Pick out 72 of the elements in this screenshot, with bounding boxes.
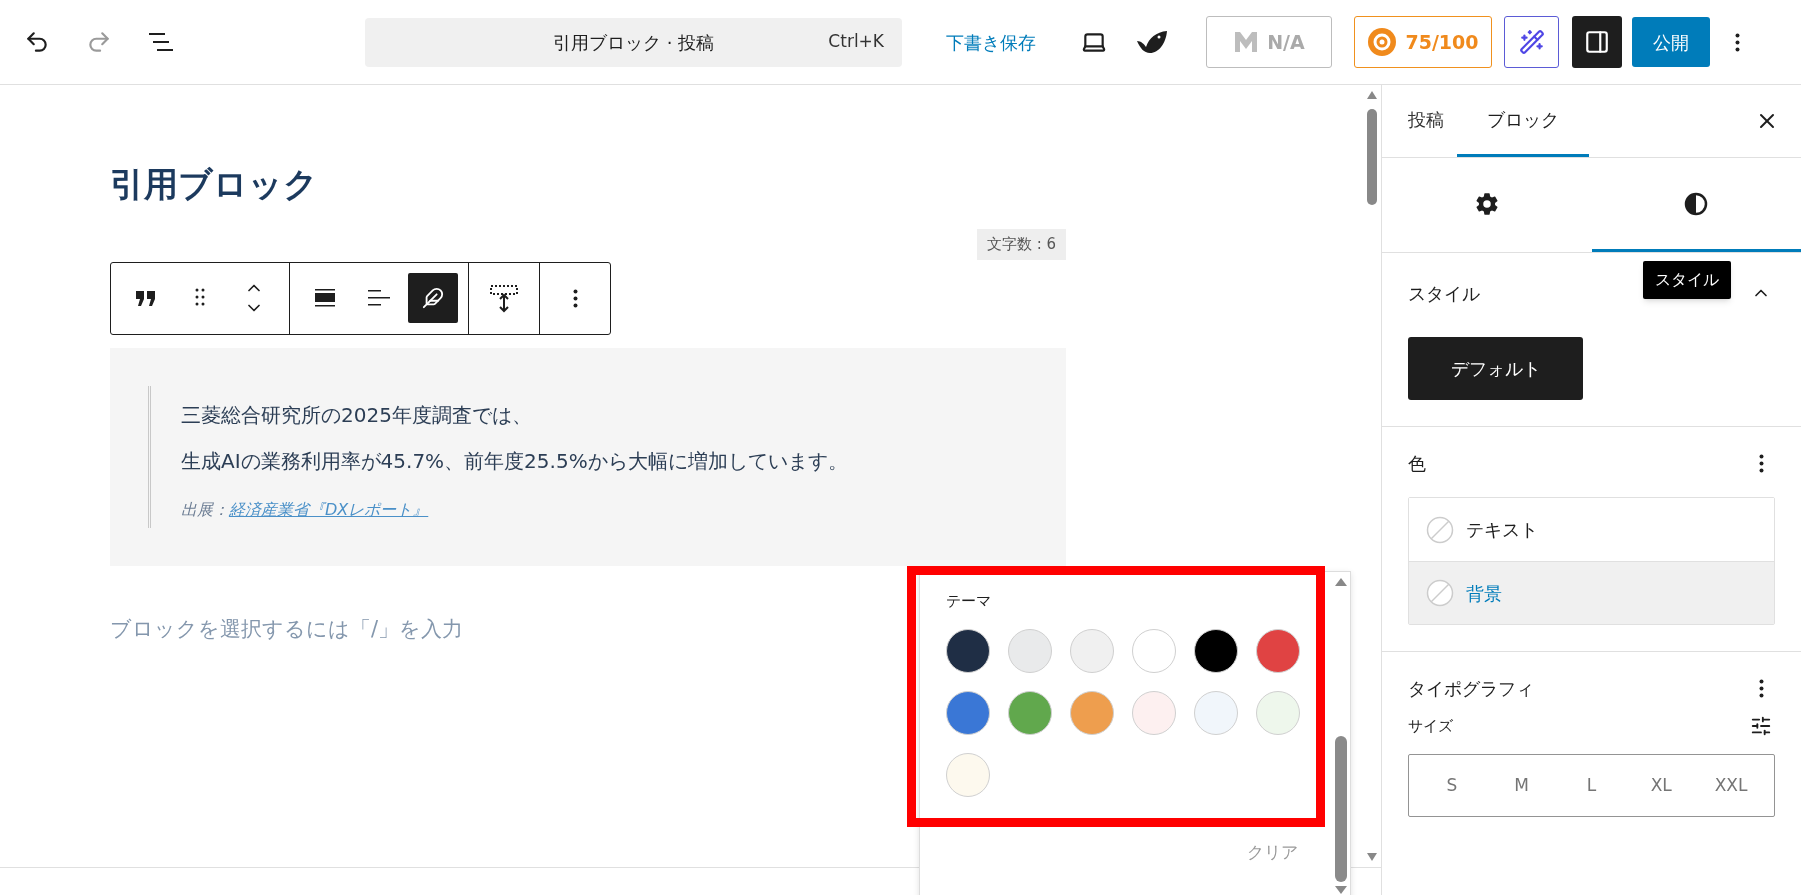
quote-text: 生成AIの業務利用率が45.7%、前年度25.5%から大幅に増加しています。 [181,447,849,475]
color-swatch[interactable] [1194,628,1238,673]
scroll-up-icon [1367,91,1377,99]
color-swatch[interactable] [1132,690,1176,735]
palette-heading: テーマ [946,591,992,612]
color-swatch[interactable] [1070,628,1114,673]
size-label: サイズ [1408,715,1453,737]
scroll-down-icon [1335,886,1347,894]
scrollbar-thumb[interactable] [1335,736,1347,882]
list-view-icon [147,31,175,53]
color-swatch[interactable] [946,628,990,673]
more-options-icon [1734,32,1740,52]
size-option[interactable]: L [1556,772,1627,799]
block-input-field[interactable]: ブロックを選択するには「/」を入力 [110,613,464,645]
color-swatch[interactable] [946,752,990,797]
more-options-icon [1758,453,1764,473]
m-logo-icon [1233,30,1260,54]
no-color-icon [1426,515,1454,544]
color-setting-item[interactable]: 背景 [1409,561,1774,624]
scroll-down-icon [1367,853,1377,861]
color-swatch[interactable] [946,690,990,735]
color-swatch[interactable] [1008,628,1052,673]
align-wide-icon [313,286,337,310]
scrollbar-thumb[interactable] [1367,109,1377,205]
word-count: 文字数 : 6 [976,229,1066,260]
more-options-icon [572,288,578,308]
seo-status-button[interactable]: N/A [1206,16,1332,68]
toolbar-button[interactable] [408,273,458,323]
clear-button[interactable]: クリア [1247,839,1298,865]
section-title: タイポグラフィ [1408,676,1534,701]
color-swatch[interactable] [1256,690,1300,735]
quote-icon [135,289,157,307]
feather-icon [422,287,444,309]
shortcut-hint: Ctrl+K [828,30,884,54]
height-adjust-icon [489,283,519,313]
color-swatch[interactable] [1132,628,1176,673]
size-option[interactable]: M [1486,772,1557,799]
redo-icon [86,29,112,55]
sidebar-tab[interactable]: ブロック [1457,85,1589,157]
size-option[interactable]: XXL [1696,772,1766,799]
sidebar-toggle-button[interactable] [1572,16,1622,68]
scroll-up-icon [1335,578,1347,586]
citation-link[interactable]: 経済産業省『DXレポート』 [229,499,429,519]
no-color-icon [1426,579,1454,607]
publish-button[interactable]: 公開 [1632,17,1710,67]
drag-handle-icon [194,288,206,308]
contrast-icon [1684,191,1709,216]
sliders-icon [1750,715,1772,737]
sidebar-tab[interactable]: 投稿 [1395,85,1457,157]
color-swatch[interactable] [1256,628,1300,673]
color-swatch[interactable] [1194,690,1238,735]
save-draft-link[interactable]: 下書き保存 [944,28,1038,56]
quote-text: 三菱総合研究所の2025年度調査では、 [181,401,533,429]
more-options-icon [1758,678,1764,698]
color-swatch[interactable] [1008,690,1052,735]
section-title: 色 [1408,451,1426,476]
score-button[interactable]: 75/100 [1354,16,1492,68]
post-title: 引用ブロック [110,163,319,206]
section-title: スタイル [1408,281,1480,306]
default-style-button[interactable]: デフォルト [1408,337,1583,400]
citation-label: 出展： [181,499,229,519]
undo-icon [24,29,50,55]
color-swatch[interactable] [1070,690,1114,735]
tooltip: スタイル [1643,261,1731,299]
size-option[interactable]: XL [1626,772,1697,799]
magic-wand-icon [1518,29,1545,55]
settings-icon [1474,191,1499,216]
size-option[interactable]: S [1417,772,1487,799]
document-title: 引用ブロック · 投稿 [552,30,715,55]
command-bar[interactable]: 引用ブロック · 投稿 Ctrl+K [365,17,902,67]
ai-assistant-button[interactable] [1504,16,1559,68]
sidebar-icon [1584,29,1610,55]
